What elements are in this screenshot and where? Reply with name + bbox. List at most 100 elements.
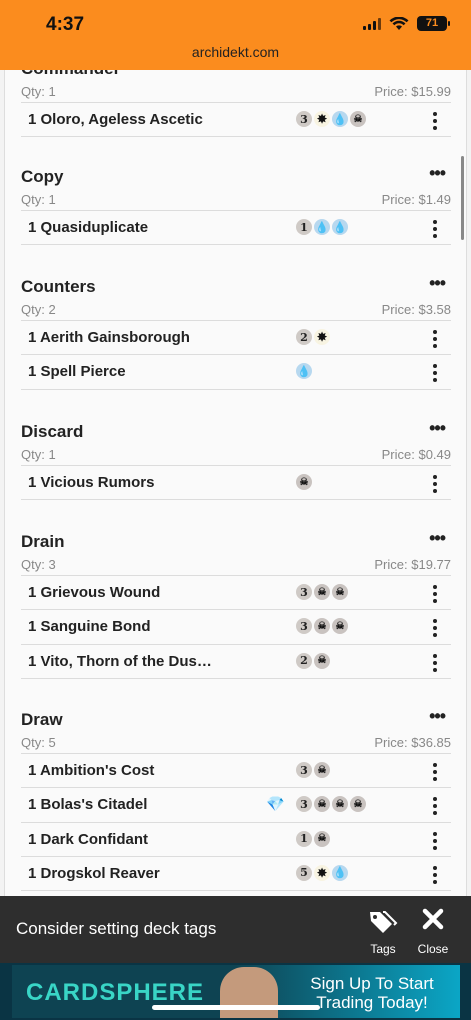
category-meta: Qty: 1 Price: $0.49 bbox=[21, 444, 451, 466]
category-header: Discard ••• bbox=[21, 418, 451, 444]
category-options-button[interactable]: ••• bbox=[429, 163, 446, 184]
generic-mana-icon: 3 bbox=[296, 584, 312, 600]
black-mana-icon: ☠ bbox=[332, 796, 348, 813]
category-title: Drain bbox=[21, 532, 65, 551]
category-title: Discard bbox=[21, 422, 84, 441]
category-title: Commander bbox=[21, 70, 120, 78]
card-row[interactable]: 1 Ambition's Cost 3 ☠ bbox=[21, 754, 451, 789]
generic-mana-icon: 1 bbox=[296, 830, 312, 847]
black-mana-icon: ☠ bbox=[314, 652, 330, 669]
generic-mana-icon: 2 bbox=[296, 329, 312, 345]
close-button[interactable]: Close bbox=[409, 908, 457, 956]
category-header: Draw ••• bbox=[21, 706, 451, 732]
category-qty: Qty: 2 bbox=[21, 302, 56, 317]
category-meta: Qty: 5 Price: $36.85 bbox=[21, 732, 451, 754]
card-row[interactable]: 1 Spell Pierce 💧 bbox=[21, 355, 451, 390]
mana-cost: 5 ✸ 💧 bbox=[296, 864, 348, 881]
category-section: Drain ••• Qty: 3 Price: $19.77 1 Grievous Wo… bbox=[21, 528, 451, 679]
card-row[interactable]: 1 Drogskol Reaver 5 ✸ 💧 bbox=[21, 857, 451, 892]
card-row[interactable]: 1 Dark Confidant 1 ☠ bbox=[21, 823, 451, 857]
generic-mana-icon: 3 bbox=[296, 618, 312, 635]
card-row[interactable]: 1 Bolas's Citadel 💎 3 ☠ ☠ ☠ bbox=[21, 788, 451, 823]
category-options-button[interactable]: ••• bbox=[429, 418, 446, 439]
card-row[interactable]: 1 Oloro, Ageless Ascetic 3 ✸ 💧 ☠ bbox=[21, 103, 451, 138]
card-name[interactable]: 1 Sanguine Bond bbox=[28, 618, 151, 635]
category-price: Price: $0.49 bbox=[381, 447, 451, 462]
battery-icon: 71 bbox=[417, 16, 450, 31]
card-name[interactable]: 1 Grievous Wound bbox=[28, 584, 160, 601]
category-options-button[interactable]: ••• bbox=[429, 528, 446, 549]
tags-label: Tags bbox=[370, 942, 396, 956]
tag-icon bbox=[359, 908, 407, 936]
ad-person-image bbox=[220, 967, 278, 1018]
category-price: Price: $19.77 bbox=[374, 557, 451, 572]
category-title: Counters bbox=[21, 277, 96, 296]
mana-cost: 1 ☠ bbox=[296, 830, 330, 847]
card-name[interactable]: 1 Aerith Gainsborough bbox=[28, 329, 190, 346]
category-meta: Qty: 2 Price: $3.58 bbox=[21, 299, 451, 321]
ad-creative[interactable]: CARDSPHERE Sign Up To Start Trading Toda… bbox=[12, 965, 460, 1018]
card-options-icon[interactable] bbox=[433, 330, 437, 348]
toast-message: Consider setting deck tags bbox=[16, 919, 217, 938]
card-options-icon[interactable] bbox=[433, 364, 437, 383]
card-row[interactable]: 1 Quasiduplicate 1 💧 💧 bbox=[21, 211, 451, 246]
mana-cost: 2 ✸ bbox=[296, 329, 330, 345]
category-qty: Qty: 1 bbox=[21, 192, 56, 207]
category-header: Counters ••• bbox=[21, 273, 451, 299]
card-row[interactable]: 1 Vicious Rumors ☠ bbox=[21, 466, 451, 501]
black-mana-icon: ☠ bbox=[314, 762, 330, 778]
category-price: Price: $15.99 bbox=[374, 84, 451, 99]
card-options-icon[interactable] bbox=[433, 797, 437, 816]
card-row[interactable]: 1 Sanguine Bond 3 ☠ ☠ bbox=[21, 610, 451, 645]
black-mana-icon: ☠ bbox=[350, 796, 366, 813]
deck-category-list[interactable]: Commander Qty: 1 Price: $15.99 1 Oloro, Age… bbox=[4, 70, 467, 896]
mana-cost: ☠ bbox=[296, 474, 312, 490]
category-price: Price: $3.58 bbox=[381, 302, 451, 317]
card-options-icon[interactable] bbox=[433, 619, 437, 638]
category-qty: Qty: 3 bbox=[21, 557, 56, 572]
mana-cost: 💧 bbox=[296, 363, 312, 380]
card-name[interactable]: 1 Spell Pierce bbox=[28, 363, 126, 380]
category-qty: Qty: 1 bbox=[21, 84, 56, 99]
address-bar-url[interactable]: archidekt.com bbox=[0, 44, 471, 60]
card-name[interactable]: 1 Vicious Rumors bbox=[28, 474, 154, 491]
category-options-button[interactable]: ••• bbox=[429, 273, 446, 294]
card-row[interactable]: 1 Aerith Gainsborough 2 ✸ bbox=[21, 321, 451, 356]
card-options-icon[interactable] bbox=[433, 653, 437, 672]
category-price: Price: $36.85 bbox=[374, 735, 451, 750]
card-name[interactable]: 1 Ambition's Cost bbox=[28, 762, 154, 779]
mana-cost: 3 ☠ ☠ ☠ bbox=[296, 796, 366, 813]
card-options-icon[interactable] bbox=[433, 865, 437, 884]
ad-banner[interactable]: CARDSPHERE Sign Up To Start Trading Toda… bbox=[0, 963, 471, 1020]
card-name[interactable]: 1 Drogskol Reaver bbox=[28, 865, 160, 882]
card-name[interactable]: 1 Quasiduplicate bbox=[28, 219, 148, 236]
card-name[interactable]: 1 Bolas's Citadel bbox=[28, 796, 147, 813]
close-label: Close bbox=[417, 942, 449, 956]
generic-mana-icon: 3 bbox=[296, 762, 312, 778]
card-options-icon[interactable] bbox=[433, 220, 437, 238]
tags-button[interactable]: Tags bbox=[359, 908, 407, 956]
card-options-icon[interactable] bbox=[433, 831, 437, 850]
category-title: Copy bbox=[21, 167, 64, 186]
card-options-icon[interactable] bbox=[433, 763, 437, 781]
card-options-icon[interactable] bbox=[433, 112, 437, 130]
white-mana-icon: ✸ bbox=[314, 111, 330, 127]
black-mana-icon: ☠ bbox=[332, 618, 348, 635]
white-mana-icon: ✸ bbox=[314, 864, 330, 881]
card-name[interactable]: 1 Oloro, Ageless Ascetic bbox=[28, 111, 203, 128]
black-mana-icon: ☠ bbox=[314, 618, 330, 635]
black-mana-icon: ☠ bbox=[332, 584, 348, 600]
white-mana-icon: ✸ bbox=[314, 329, 330, 345]
category-qty: Qty: 5 bbox=[21, 735, 56, 750]
home-indicator bbox=[152, 1005, 320, 1010]
black-mana-icon: ☠ bbox=[314, 796, 330, 813]
card-name[interactable]: 1 Dark Confidant bbox=[28, 831, 148, 848]
card-options-icon[interactable] bbox=[433, 475, 437, 493]
category-header: Commander bbox=[21, 70, 451, 81]
scrollbar[interactable] bbox=[461, 156, 464, 240]
card-row[interactable]: 1 Vito, Thorn of the Dus… 2 ☠ bbox=[21, 645, 451, 679]
card-name[interactable]: 1 Vito, Thorn of the Dus… bbox=[28, 653, 212, 670]
category-options-button[interactable]: ••• bbox=[429, 706, 446, 727]
card-row[interactable]: 1 Grievous Wound 3 ☠ ☠ bbox=[21, 576, 451, 611]
card-options-icon[interactable] bbox=[433, 585, 437, 603]
